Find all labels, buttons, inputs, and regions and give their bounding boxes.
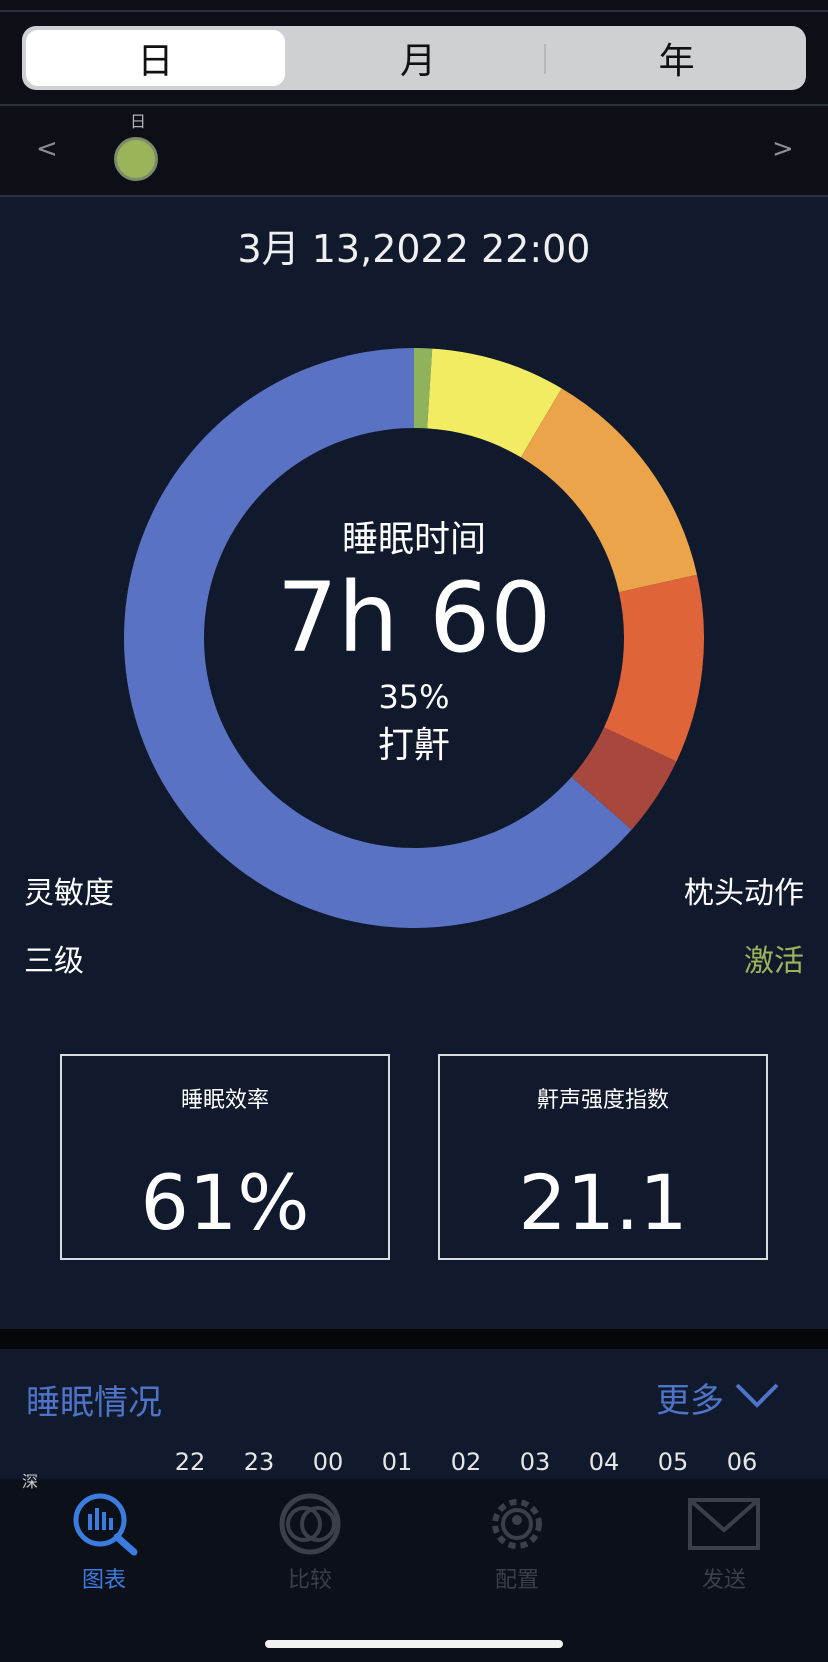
snore-label: 打鼾	[377, 725, 450, 766]
pillow-motion-value[interactable]: 激活	[744, 936, 804, 980]
chevron-down-icon[interactable]	[734, 1380, 780, 1410]
settings-gear-icon	[492, 1499, 542, 1549]
hour-label: 22	[174, 1448, 206, 1476]
date-title: 3月 13,2022 22:00	[237, 227, 591, 271]
tab-label: 配置	[494, 1568, 539, 1593]
sleep-time-value: 7h 60	[276, 562, 552, 674]
hour-label: 06	[726, 1448, 758, 1476]
compare-icon	[279, 1493, 341, 1555]
snore-index-title: 鼾声强度指数	[536, 1088, 669, 1113]
hour-axis: 22 23 00 01 02 03 04 05 06	[160, 1448, 780, 1478]
hour-label: 00	[312, 1448, 344, 1476]
pillow-motion-label: 枕头动作	[684, 876, 804, 911]
hour-label: 04	[588, 1448, 620, 1476]
sleep-status-title: 睡眠情况	[26, 1383, 162, 1423]
header-divider	[0, 104, 828, 106]
next-date-button[interactable]: >	[772, 134, 794, 164]
sleep-time-title: 睡眠时间	[341, 519, 486, 560]
tab-label: 比较	[287, 1568, 332, 1593]
sensitivity-value[interactable]: 三级	[24, 936, 84, 980]
hour-label: 23	[243, 1448, 275, 1476]
hour-label: 05	[657, 1448, 689, 1476]
segment-divider	[544, 44, 546, 74]
tab-label: 发送	[701, 1568, 746, 1593]
sleep-efficiency-value: 61%	[140, 1158, 310, 1247]
segment-year[interactable]: 年	[547, 26, 806, 90]
section-separator	[0, 1329, 828, 1349]
chart-search-icon	[73, 1493, 138, 1556]
sensitivity-label: 灵敏度	[24, 876, 114, 911]
snore-index-value: 21.1	[518, 1158, 688, 1247]
top-divider	[0, 10, 828, 12]
selected-day-dot[interactable]	[114, 137, 158, 181]
segment-day[interactable]: 日	[26, 30, 285, 86]
tab-label: 图表	[81, 1568, 126, 1593]
sleep-efficiency-title: 睡眠效率	[180, 1088, 269, 1113]
segment-month[interactable]: 月	[289, 26, 548, 90]
tab-chart[interactable]: 图表	[34, 1490, 174, 1593]
snore-percent: 35%	[378, 678, 450, 716]
period-segmented-control: 日 月 年	[22, 26, 806, 90]
prev-date-button[interactable]: <	[36, 134, 58, 164]
tab-settings[interactable]: 配置	[447, 1490, 587, 1593]
home-indicator	[265, 1640, 563, 1648]
partial-row-label: 深	[22, 1472, 39, 1491]
day-marker-label: 日	[130, 112, 147, 131]
more-button[interactable]: 更多	[656, 1373, 724, 1422]
snore-index-card: 鼾声强度指数 21.1	[438, 1054, 768, 1260]
tab-compare[interactable]: 比较	[240, 1490, 380, 1593]
hour-label: 01	[381, 1448, 413, 1476]
hour-label: 03	[519, 1448, 551, 1476]
hour-label: 02	[450, 1448, 482, 1476]
tab-send[interactable]: 发送	[654, 1490, 794, 1593]
mail-icon	[688, 1498, 760, 1550]
sleep-efficiency-card: 睡眠效率 61%	[60, 1054, 390, 1260]
